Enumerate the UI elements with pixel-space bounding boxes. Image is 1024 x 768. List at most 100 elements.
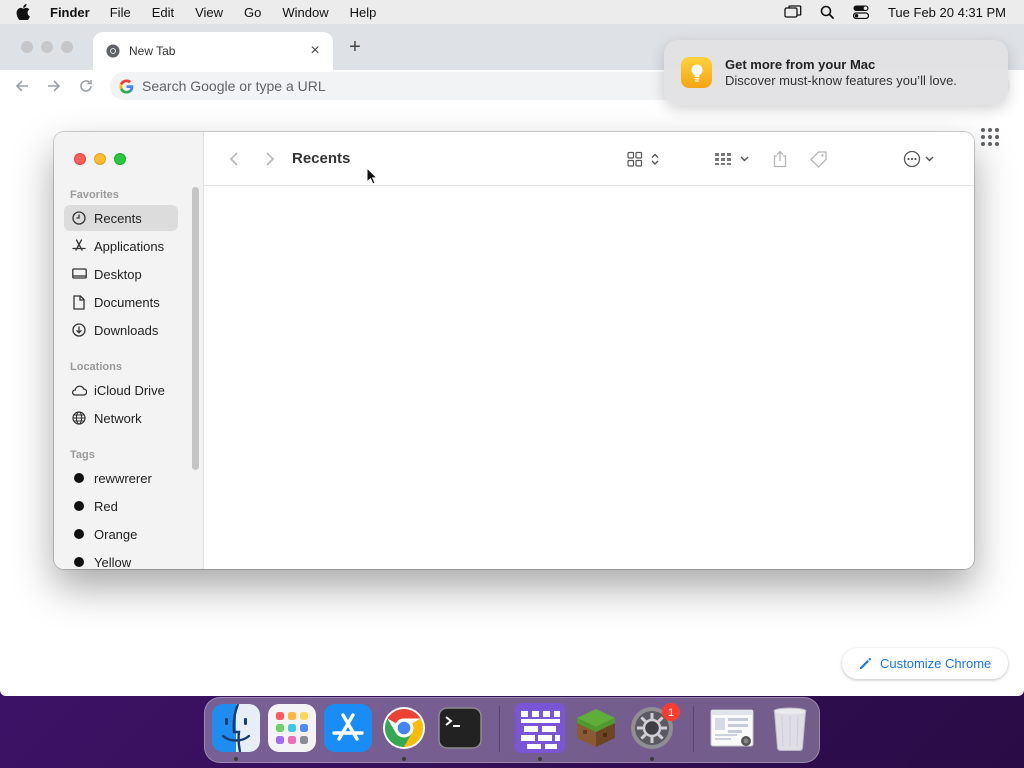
tag-dot-icon	[74, 473, 84, 483]
sidebar-item-label: Recents	[94, 210, 142, 226]
forward-arrow-icon[interactable]	[42, 74, 66, 98]
sidebar-item-label: Applications	[94, 238, 165, 254]
sidebar-item-label: Orange	[94, 526, 138, 542]
back-arrow-icon[interactable]	[10, 74, 34, 98]
sidebar-item-recents[interactable]: Recents	[64, 205, 178, 231]
menu-app-name[interactable]: Finder	[50, 5, 90, 20]
sidebar-item-label: Yellow	[94, 554, 132, 570]
tags-heading: Tags	[70, 449, 95, 461]
spotlight-search-icon[interactable]	[810, 0, 844, 24]
sidebar-item-label: Documents	[94, 294, 160, 310]
minimize-window-button[interactable]	[94, 153, 106, 165]
control-center-icon[interactable]	[844, 0, 878, 24]
menu-edit[interactable]: Edit	[152, 5, 174, 20]
sidebar-item-label: rewwrerer	[94, 470, 152, 486]
more-actions-icon[interactable]	[902, 147, 938, 171]
menu-go[interactable]: Go	[244, 5, 261, 20]
desktop-icon	[71, 266, 87, 282]
omnibox-placeholder: Search Google or type a URL	[142, 78, 326, 94]
menu-clock[interactable]: Tue Feb 20 4:31 PM	[888, 5, 1006, 20]
tag-dot-icon	[74, 529, 84, 539]
globe-icon	[71, 410, 87, 426]
tips-lightbulb-icon	[681, 57, 712, 88]
notification-title: Get more from your Mac	[725, 57, 876, 72]
chrome-favicon-icon	[106, 44, 120, 58]
preview-icon[interactable]	[707, 703, 757, 753]
locations-heading: Locations	[70, 361, 122, 373]
badge-count: 1	[668, 707, 674, 719]
menu-help[interactable]: Help	[350, 5, 377, 20]
sidebar-item-downloads[interactable]: Downloads	[64, 317, 178, 343]
google-apps-icon[interactable]	[980, 127, 1000, 147]
sidebar-tag-orange[interactable]: Orange	[64, 521, 178, 547]
icon-view-grid-icon[interactable]	[624, 147, 666, 171]
castle-app-icon[interactable]	[515, 703, 565, 753]
dock-separator	[693, 706, 694, 752]
finder-toolbar: Recents	[204, 132, 974, 186]
tab-close-icon[interactable]: ×	[307, 43, 323, 59]
finder-content[interactable]: Recents	[204, 132, 974, 569]
document-icon	[71, 294, 87, 310]
menu-file[interactable]: File	[110, 5, 131, 20]
sidebar-item-icloud-drive[interactable]: iCloud Drive	[64, 377, 178, 403]
tag-icon[interactable]	[807, 147, 831, 171]
minecraft-icon[interactable]	[571, 703, 621, 753]
group-by-icon[interactable]	[712, 147, 754, 171]
sidebar-tag-yellow[interactable]: Yellow	[64, 549, 178, 569]
notification-body: Discover must-know features you’ll love.	[725, 73, 957, 88]
reload-icon[interactable]	[74, 74, 98, 98]
tag-dot-icon	[74, 501, 84, 511]
chrome-tab[interactable]: New Tab ×	[93, 32, 333, 70]
zoom-window-button[interactable]	[114, 153, 126, 165]
chrome-zoom-button[interactable]	[61, 41, 73, 53]
sidebar-item-label: Network	[94, 410, 142, 426]
sidebar-item-label: iCloud Drive	[94, 382, 165, 398]
close-window-button[interactable]	[74, 153, 86, 165]
finder-sidebar: Favorites Recents Applications Desktop D…	[54, 132, 204, 569]
dock-separator	[499, 706, 500, 752]
google-icon	[119, 78, 134, 94]
finder-window: Favorites Recents Applications Desktop D…	[54, 132, 974, 569]
sidebar-item-label: Downloads	[94, 322, 159, 338]
app-store-icon[interactable]	[323, 703, 373, 753]
finder-icon[interactable]	[211, 703, 261, 753]
cloud-icon	[71, 382, 87, 398]
chrome-icon[interactable]	[379, 703, 429, 753]
share-icon[interactable]	[769, 147, 791, 171]
chrome-tab-title: New Tab	[129, 44, 176, 58]
sidebar-tag-red[interactable]: Red	[64, 493, 178, 519]
trash-icon[interactable]	[765, 703, 815, 753]
forward-chevron-icon[interactable]	[260, 147, 280, 171]
customize-chrome-button[interactable]: Customize Chrome	[842, 648, 1008, 679]
sidebar-item-applications[interactable]: Applications	[64, 233, 178, 259]
chrome-minimize-button[interactable]	[41, 41, 53, 53]
menu-bar: Finder File Edit View Go Window Help Tue…	[0, 0, 1024, 24]
notification-banner[interactable]: Get more from your Mac Discover must-kno…	[664, 40, 1008, 105]
launchpad-icon[interactable]	[267, 703, 317, 753]
pencil-icon	[860, 657, 871, 669]
sidebar-item-network[interactable]: Network	[64, 405, 178, 431]
folder-title: Recents	[292, 150, 351, 167]
favorites-heading: Favorites	[70, 189, 119, 201]
mouse-cursor-icon	[366, 167, 378, 185]
back-chevron-icon[interactable]	[224, 147, 244, 171]
running-indicator	[538, 757, 542, 761]
notification-badge: 1	[662, 703, 680, 721]
terminal-icon[interactable]	[435, 703, 485, 753]
screen-mirroring-icon[interactable]	[776, 0, 810, 24]
running-indicator	[650, 757, 654, 761]
dock: 1	[204, 697, 820, 763]
sidebar-item-label: Desktop	[94, 266, 142, 282]
menu-view[interactable]: View	[195, 5, 223, 20]
chrome-close-button[interactable]	[21, 41, 33, 53]
sidebar-tag-rewwrerer[interactable]: rewwrerer	[64, 465, 178, 491]
new-tab-icon[interactable]: +	[345, 37, 365, 58]
apple-menu-icon[interactable]	[16, 0, 38, 24]
sidebar-item-label: Red	[94, 498, 118, 514]
sidebar-item-desktop[interactable]: Desktop	[64, 261, 178, 287]
menu-window[interactable]: Window	[282, 5, 328, 20]
running-indicator	[402, 757, 406, 761]
sidebar-item-documents[interactable]: Documents	[64, 289, 178, 315]
sidebar-scrollbar[interactable]	[192, 187, 199, 470]
download-icon	[71, 322, 87, 338]
